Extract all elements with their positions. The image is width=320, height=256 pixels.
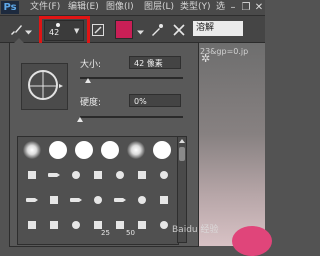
brush-preset-block[interactable] [21,214,43,236]
brush-tip-icon [26,198,38,202]
brush-tip-icon [72,221,80,229]
brush-tip-icon [160,171,168,179]
brush-preset-round[interactable] [65,214,87,236]
brush-tip-icon [94,196,102,204]
brush-preset-hard[interactable] [73,139,95,161]
hardness-slider-handle[interactable] [77,117,83,122]
hardness-input[interactable]: 0% [129,94,181,107]
size-input[interactable]: 42 像素 [129,56,181,69]
scissors-icon[interactable] [172,23,186,37]
brush-preset-soft[interactable] [21,139,43,161]
brush-tip-icon [28,171,36,179]
menu-edit[interactable]: 编辑(E) [68,1,99,14]
brush-size-preview: 42 [49,28,60,37]
brush-tip-icon [50,196,58,204]
size-slider-track[interactable] [80,77,183,79]
brush-tip-icon [153,141,171,159]
brush-preset-soft[interactable] [125,139,147,161]
brush-tip-icon [50,221,58,229]
hardness-slider-track[interactable] [80,116,183,118]
menu-image[interactable]: 图像(I) [106,1,134,14]
brush-preset-round[interactable] [87,189,109,211]
brush-preset-round[interactable] [65,164,87,186]
brush-tip-icon [56,23,60,27]
size-label: 大小: [80,60,102,70]
brush-tip-icon [127,141,145,159]
brush-tip-icon [138,196,146,204]
brush-tip-icon [49,141,67,159]
angle-crosshair-icon [29,72,63,100]
watermark: Baidu 经验 [172,225,219,235]
scroll-up-arrow-icon[interactable] [179,139,185,143]
brush-preset-round[interactable] [131,189,153,211]
hardness-label: 硬度: [80,98,102,108]
brush-preset-block[interactable] [153,189,175,211]
photoshop-logo: Ps [1,1,19,14]
brush-size-label: 50 [126,229,135,237]
brush-preset-round[interactable] [153,164,175,186]
brush-preset-round[interactable] [109,164,131,186]
airbrush-icon[interactable] [150,23,164,37]
brush-tool-icon[interactable] [9,23,23,37]
brush-tip-icon [48,173,60,177]
angle-roundness-widget[interactable] [21,63,68,110]
restore-button[interactable]: ❐ [239,1,253,14]
brush-preset-hard[interactable] [151,139,173,161]
minimize-button[interactable]: – [226,1,240,14]
brush-tip-icon [138,221,146,229]
tool-preset-caret-icon[interactable] [25,25,32,39]
brush-preset-pen[interactable] [109,189,131,211]
brush-tip-icon [28,221,36,229]
menu-layer[interactable]: 图层(L) [144,1,174,14]
gear-icon[interactable]: ✲ [201,52,210,65]
brush-tip-icon [116,221,124,229]
brush-panel-toggle-icon[interactable] [92,23,104,37]
brush-preset-pen[interactable] [65,189,87,211]
brush-tip-icon [116,171,124,179]
brush-preset-block[interactable] [43,214,65,236]
menu-type[interactable]: 类型(Y) [180,1,211,14]
brush-tip-icon [70,198,82,202]
brush-preset-block[interactable] [43,189,65,211]
brush-preset-picker[interactable]: 42 ▼ [44,20,84,41]
mode-dropdown[interactable]: 溶解 [193,21,243,36]
brush-tip-icon [160,221,168,229]
color-caret-icon[interactable] [137,25,144,39]
brush-tip-icon [75,141,93,159]
canvas-image-content [232,226,272,256]
brush-tip-icon [101,141,119,159]
scrollbar-thumb[interactable] [179,147,185,161]
document-canvas [197,43,265,246]
brush-preset-pen[interactable] [43,164,65,186]
chevron-down-icon: ▼ [74,27,80,35]
brush-preset-hard[interactable] [47,139,69,161]
brush-size-label: 25 [101,229,110,237]
brush-tip-icon [72,171,80,179]
size-slider-handle[interactable] [85,78,92,83]
brush-preset-grid: 25 50 [17,136,179,245]
brush-preset-block[interactable] [87,164,109,186]
brush-color-swatch[interactable] [115,20,133,39]
menu-select[interactable]: 选 [216,1,225,14]
brush-tip-icon [94,171,102,179]
brush-preset-block[interactable] [21,164,43,186]
menu-file[interactable]: 文件(F) [30,1,60,14]
brush-tip-icon [114,198,126,202]
brush-tip-icon [138,171,146,179]
menu-bar: Ps 文件(F) 编辑(E) 图像(I) 图层(L) 类型(Y) 选 – ❐ ✕ [0,0,265,16]
close-button[interactable]: ✕ [252,1,266,14]
brush-preset-pen[interactable] [21,189,43,211]
brush-preset-hard[interactable] [99,139,121,161]
brush-tip-icon [160,196,168,204]
brush-tip-icon [23,141,41,159]
brush-tip-icon [94,221,102,229]
brush-preset-block[interactable] [131,164,153,186]
